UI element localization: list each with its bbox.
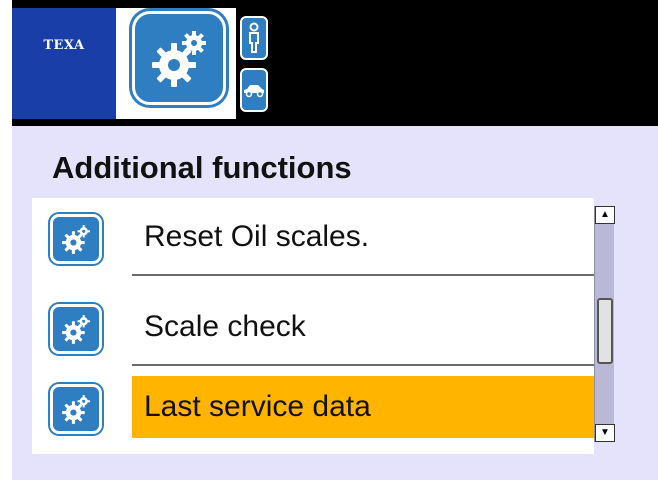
scrollbar[interactable]: ▲ ▼: [594, 206, 615, 442]
arrow-down-icon: ▼: [600, 427, 610, 438]
list-item-reset-oil-scales[interactable]: Reset Oil scales.: [32, 198, 594, 276]
gears-icon: [50, 214, 102, 264]
car-icon: [244, 85, 264, 98]
list-item-label: Last service data: [132, 376, 594, 438]
page-title: Additional functions: [52, 150, 352, 185]
person-button[interactable]: [240, 16, 268, 60]
scroll-down-button[interactable]: ▼: [595, 424, 615, 442]
list-item-label: Scale check: [144, 310, 306, 343]
list-item-last-service-data[interactable]: Last service data: [32, 368, 594, 446]
gears-icon: [152, 31, 206, 87]
function-list: Reset Oil scales. Scale check Last servi…: [32, 198, 594, 454]
list-item-scale-check[interactable]: Scale check: [32, 288, 594, 366]
app-gears-icon[interactable]: [132, 11, 226, 105]
car-button[interactable]: [240, 68, 268, 112]
gears-icon: [50, 384, 102, 434]
divider: [132, 364, 594, 366]
brand-logo-text: TEXA: [43, 38, 85, 53]
divider: [132, 274, 594, 276]
gears-icon: [50, 304, 102, 354]
scrollbar-thumb[interactable]: [597, 298, 613, 364]
person-icon: [249, 22, 259, 53]
scroll-up-button[interactable]: ▲: [595, 206, 615, 224]
list-item-label: Reset Oil scales.: [144, 220, 370, 253]
arrow-up-icon: ▲: [600, 209, 610, 220]
